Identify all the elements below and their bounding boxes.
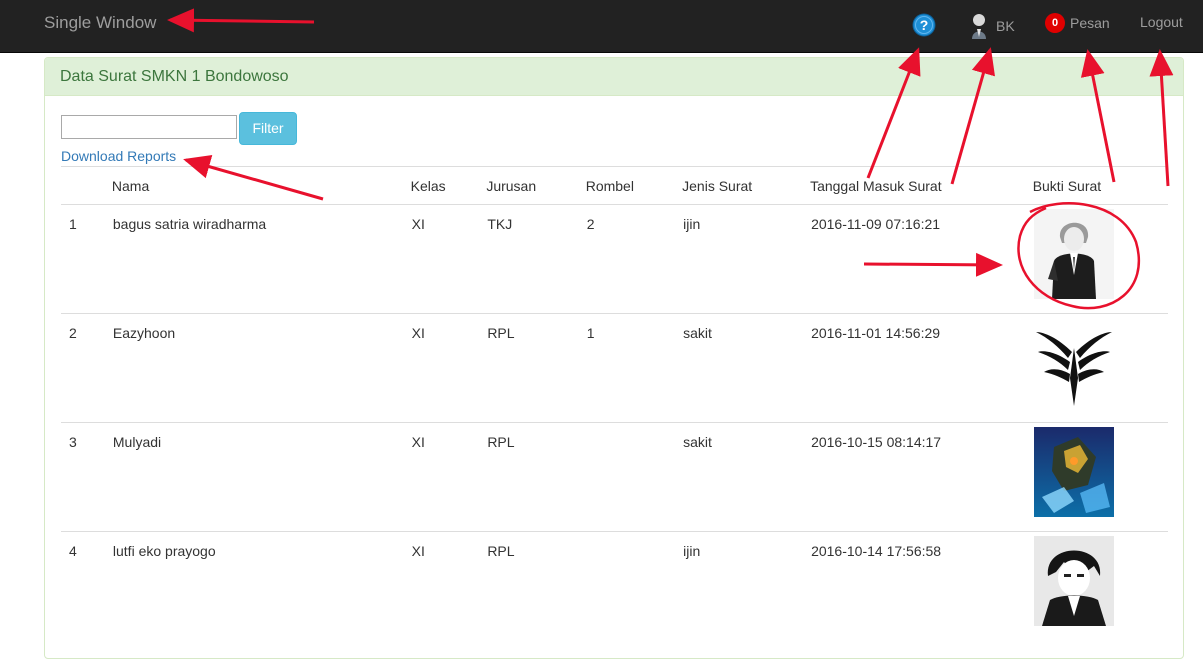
help-icon[interactable]: ? <box>912 13 936 37</box>
cell-rombel: 1 <box>585 313 683 423</box>
logout-link[interactable]: Logout <box>1140 14 1183 30</box>
table-row: 3 Mulyadi XI RPL sakit 2016-10-15 08:14:… <box>61 422 1168 532</box>
cell-bukti <box>1032 531 1168 640</box>
panel-title: Data Surat SMKN 1 Bondowoso <box>45 58 1183 96</box>
messages-label: Pesan <box>1070 15 1110 31</box>
cell-bukti <box>1032 422 1168 532</box>
cell-nama: lutfi eko prayogo <box>111 531 411 640</box>
download-reports-link[interactable]: Download Reports <box>61 148 176 164</box>
cell-tanggal: 2016-10-14 17:56:58 <box>810 531 1033 640</box>
proof-image-anime-boy-suit[interactable] <box>1033 209 1114 299</box>
user-menu[interactable]: BK <box>970 12 1015 40</box>
col-header-no <box>61 166 112 205</box>
cell-no: 2 <box>61 313 112 423</box>
cell-kelas: XI <box>410 204 487 314</box>
table-header-row: Nama Kelas Jurusan Rombel Jenis Surat Ta… <box>61 166 1168 205</box>
proof-image-robot-art[interactable] <box>1033 427 1114 517</box>
cell-tanggal: 2016-10-15 08:14:17 <box>810 422 1033 532</box>
cell-nama: bagus satria wiradharma <box>111 204 411 314</box>
svg-text:?: ? <box>920 17 929 33</box>
messages-link[interactable]: 0 Pesan <box>1045 13 1110 33</box>
user-avatar-icon <box>972 14 986 39</box>
cell-kelas: XI <box>410 313 487 423</box>
cell-kelas: XI <box>410 531 487 640</box>
cell-bukti <box>1032 313 1168 423</box>
user-name: BK <box>996 18 1015 34</box>
cell-bukti <box>1032 204 1168 314</box>
cell-jenis-surat: sakit <box>682 313 811 423</box>
data-table: Nama Kelas Jurusan Rombel Jenis Surat Ta… <box>61 166 1168 640</box>
data-panel: Data Surat SMKN 1 Bondowoso Filter Downl… <box>44 57 1184 659</box>
col-header-jenis-surat: Jenis Surat <box>682 166 811 205</box>
cell-no: 1 <box>61 204 112 314</box>
cell-jenis-surat: ijin <box>682 531 811 640</box>
cell-jurusan: TKJ <box>486 204 586 314</box>
cell-nama: Mulyadi <box>111 422 411 532</box>
col-header-nama: Nama <box>111 166 411 205</box>
cell-jurusan: RPL <box>486 422 586 532</box>
cell-kelas: XI <box>410 422 487 532</box>
table-row: 1 bagus satria wiradharma XI TKJ 2 ijin … <box>61 204 1168 314</box>
cell-tanggal: 2016-11-01 14:56:29 <box>810 313 1033 423</box>
col-header-tanggal: Tanggal Masuk Surat <box>810 166 1033 205</box>
cell-jurusan: RPL <box>486 313 586 423</box>
navbar: Single Window ? BK 0 Pesan Logout <box>0 0 1203 53</box>
cell-rombel <box>585 531 683 640</box>
brand-link[interactable]: Single Window <box>44 13 156 33</box>
cell-tanggal: 2016-11-09 07:16:21 <box>810 204 1033 314</box>
cell-nama: Eazyhoon <box>111 313 411 423</box>
cell-jenis-surat: sakit <box>682 422 811 532</box>
proof-image-anime-boy-portrait[interactable] <box>1033 536 1114 626</box>
message-count-badge: 0 <box>1045 13 1065 33</box>
proof-image-tribal-wings[interactable] <box>1033 318 1114 408</box>
filter-button[interactable]: Filter <box>239 112 297 145</box>
table-row: 2 Eazyhoon XI RPL 1 sakit 2016-11-01 14:… <box>61 313 1168 423</box>
col-header-jurusan: Jurusan <box>486 166 586 205</box>
col-header-kelas: Kelas <box>410 166 487 205</box>
col-header-rombel: Rombel <box>585 166 683 205</box>
filter-input[interactable] <box>61 115 237 139</box>
table-row: 4 lutfi eko prayogo XI RPL ijin 2016-10-… <box>61 531 1168 640</box>
col-header-bukti: Bukti Surat <box>1032 166 1168 205</box>
cell-no: 4 <box>61 531 112 640</box>
cell-jurusan: RPL <box>486 531 586 640</box>
cell-rombel: 2 <box>585 204 683 314</box>
cell-jenis-surat: ijin <box>682 204 811 314</box>
cell-rombel <box>585 422 683 532</box>
cell-no: 3 <box>61 422 112 532</box>
